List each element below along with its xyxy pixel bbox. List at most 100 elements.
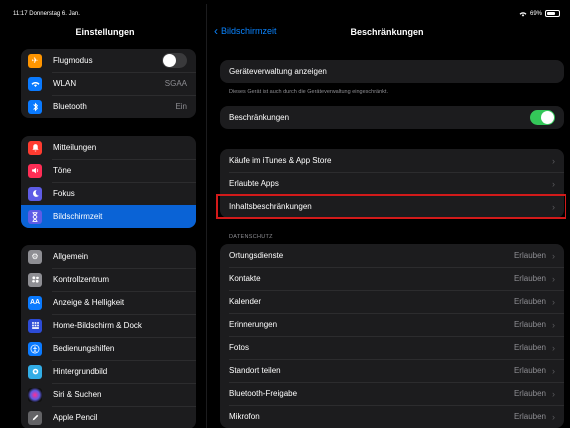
bluetooth-icon xyxy=(28,99,42,114)
device-management-group: Geräteverwaltung anzeigen xyxy=(220,60,564,83)
device-management-link[interactable]: Geräteverwaltung anzeigen xyxy=(220,60,564,83)
wifi-status-icon xyxy=(519,11,527,17)
row-label: Kontakte xyxy=(229,274,261,283)
row-value: Erlauben xyxy=(513,251,546,260)
row-label: Käufe im iTunes & App Store xyxy=(229,156,332,165)
row-label: Kalender xyxy=(229,297,262,306)
chevron-right-icon: › xyxy=(552,155,555,166)
row-value: Erlauben xyxy=(513,274,546,283)
sidebar-item-bildschirmzeit[interactable]: Bildschirmzeit xyxy=(21,205,196,228)
page-title: Beschränkungen xyxy=(350,27,424,37)
sidebar-item-label: Fokus xyxy=(53,189,75,198)
sidebar-item-siri[interactable]: Siri & Suchen xyxy=(21,383,196,406)
content-restrictions-row[interactable]: Inhaltsbeschränkungen › xyxy=(216,194,566,219)
row-label: Fotos xyxy=(229,343,250,352)
restrictions-row: Beschränkungen xyxy=(220,106,564,129)
allowed-apps-row[interactable]: Erlaubte Apps › xyxy=(220,172,564,195)
sidebar-group-connectivity: ✈ Flugmodus WLAN SGAA Bluetooth Ein xyxy=(21,49,196,118)
row-label: Erinnerungen xyxy=(229,320,278,329)
chevron-right-icon: › xyxy=(552,411,555,422)
sidebar-group-notifications: Mitteilungen Töne Fokus Bildschirmzeit xyxy=(21,136,196,228)
sidebar-item-apple-pencil[interactable]: Apple Pencil xyxy=(21,406,196,428)
store-content-group: Käufe im iTunes & App Store › Erlaubte A… xyxy=(216,149,566,219)
privacy-row-kalender[interactable]: Kalender Erlauben › xyxy=(220,290,564,313)
row-label: Bluetooth-Freigabe xyxy=(229,389,298,398)
device-management-note: Dieses Gerät ist auch durch die Geräteve… xyxy=(229,89,388,95)
sidebar-item-wlan[interactable]: WLAN SGAA xyxy=(21,72,196,95)
sidebar-item-anzeige[interactable]: AA Anzeige & Helligkeit xyxy=(21,291,196,314)
privacy-row-kontakte[interactable]: Kontakte Erlauben › xyxy=(220,267,564,290)
chevron-right-icon: › xyxy=(552,342,555,353)
chevron-right-icon: › xyxy=(552,178,555,189)
restrictions-toggle-group: Beschränkungen xyxy=(220,106,564,129)
privacy-row-fotos[interactable]: Fotos Erlauben › xyxy=(220,336,564,359)
sidebar-item-label: Anzeige & Helligkeit xyxy=(53,298,125,307)
privacy-row-erinnerungen[interactable]: Erinnerungen Erlauben › xyxy=(220,313,564,336)
moon-icon xyxy=(28,186,42,201)
sidebar-item-bedienungshilfen[interactable]: Bedienungshilfen xyxy=(21,337,196,360)
status-indicators: 69% xyxy=(519,10,560,17)
sidebar-item-label: Bluetooth xyxy=(53,102,87,111)
row-label: Erlaubte Apps xyxy=(229,179,279,188)
privacy-section-header: DATENSCHUTZ xyxy=(229,234,273,240)
sidebar-item-kontrollzentrum[interactable]: Kontrollzentrum xyxy=(21,268,196,291)
sidebar-item-home-bildschirm[interactable]: Home-Bildschirm & Dock xyxy=(21,314,196,337)
sidebar-item-label: Bedienungshilfen xyxy=(53,344,115,353)
privacy-row-bluetooth-freigabe[interactable]: Bluetooth-Freigabe Erlauben › xyxy=(220,382,564,405)
bluetooth-status-value: Ein xyxy=(175,102,187,111)
privacy-row-ortungsdienste[interactable]: Ortungsdienste Erlauben › xyxy=(220,244,564,267)
sidebar-item-bluetooth[interactable]: Bluetooth Ein xyxy=(21,95,196,118)
battery-percentage: 69% xyxy=(529,10,542,17)
restrictions-label: Beschränkungen xyxy=(229,113,290,122)
sidebar-title: Einstellungen xyxy=(75,27,135,37)
row-value: Erlauben xyxy=(513,343,546,352)
row-value: Erlauben xyxy=(513,320,546,329)
sidebar-item-label: Apple Pencil xyxy=(53,413,98,422)
sidebar-item-hintergrundbild[interactable]: Hintergrundbild xyxy=(21,360,196,383)
speaker-icon xyxy=(28,163,42,178)
chevron-right-icon: › xyxy=(552,201,555,212)
sidebar-item-label: Home-Bildschirm & Dock xyxy=(53,321,142,330)
sidebar-item-mitteilungen[interactable]: Mitteilungen xyxy=(21,136,196,159)
sidebar-item-label: Mitteilungen xyxy=(53,143,97,152)
row-label: Standort teilen xyxy=(229,366,281,375)
sidebar-item-label: Kontrollzentrum xyxy=(53,275,110,284)
sidebar-item-allgemein[interactable]: ⚙ Allgemein xyxy=(21,245,196,268)
wallpaper-icon xyxy=(28,364,42,379)
bell-icon xyxy=(28,140,42,155)
sidebar-item-fokus[interactable]: Fokus xyxy=(21,182,196,205)
sidebar-item-label: Flugmodus xyxy=(53,56,93,65)
chevron-right-icon: › xyxy=(552,365,555,376)
pencil-icon xyxy=(28,410,42,425)
sidebar-item-toene[interactable]: Töne xyxy=(21,159,196,182)
wifi-icon xyxy=(28,76,42,91)
privacy-row-standort-teilen[interactable]: Standort teilen Erlauben › xyxy=(220,359,564,382)
row-label: Ortungsdienste xyxy=(229,251,284,260)
sidebar-item-label: Hintergrundbild xyxy=(53,367,108,376)
settings-sidebar: 11:17 Donnerstag 6. Jan. Einstellungen ✈… xyxy=(4,4,207,428)
status-time-date: 11:17 Donnerstag 6. Jan. xyxy=(13,11,80,17)
itunes-app-store-purchases-row[interactable]: Käufe im iTunes & App Store › xyxy=(220,149,564,172)
airplane-icon: ✈ xyxy=(28,53,42,68)
row-label: Mikrofon xyxy=(229,412,260,421)
sidebar-item-flugmodus[interactable]: ✈ Flugmodus xyxy=(21,49,196,72)
row-value: Erlauben xyxy=(513,389,546,398)
restrictions-toggle[interactable] xyxy=(530,110,555,125)
row-value: Erlauben xyxy=(513,366,546,375)
accessibility-icon xyxy=(28,341,42,356)
battery-icon xyxy=(545,10,560,17)
sidebar-item-label: WLAN xyxy=(53,79,77,88)
text-size-icon: AA xyxy=(28,295,42,310)
sidebar-group-general: ⚙ Allgemein Kontrollzentrum AA Anzeige &… xyxy=(21,245,196,428)
restrictions-panel: 69% ‹ Bildschirmzeit Beschränkungen Gerä… xyxy=(208,4,566,428)
privacy-row-mikrofon[interactable]: Mikrofon Erlauben › xyxy=(220,405,564,428)
ipad-screen: 11:17 Donnerstag 6. Jan. Einstellungen ✈… xyxy=(4,4,566,428)
chevron-right-icon: › xyxy=(552,388,555,399)
sidebar-item-label: Allgemein xyxy=(53,252,89,261)
row-label: Inhaltsbeschränkungen xyxy=(229,202,312,211)
airplane-mode-toggle[interactable] xyxy=(162,53,187,68)
siri-icon xyxy=(28,387,42,402)
chevron-right-icon: › xyxy=(552,319,555,330)
wlan-network-value: SGAA xyxy=(164,79,187,88)
gear-icon: ⚙ xyxy=(28,249,42,264)
